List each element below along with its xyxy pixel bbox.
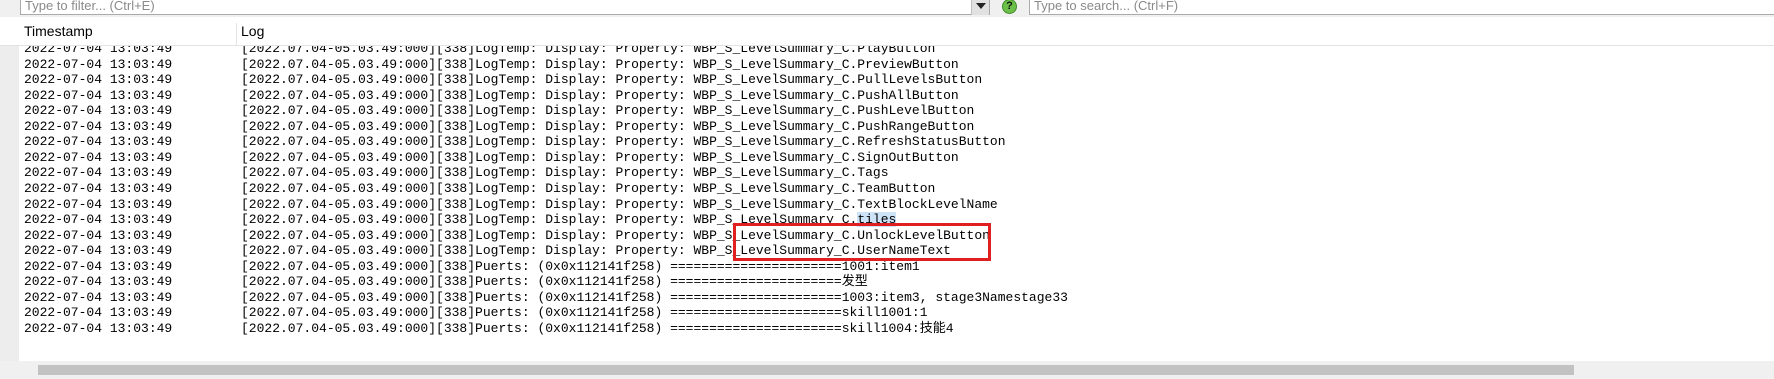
log-message-text: [2022.07.04-05.03.49:000][338]LogTemp: D… — [241, 149, 959, 165]
log-message-text: [2022.07.04-05.03.49:000][338]Puerts: (0… — [241, 320, 954, 336]
log-message-cell: [2022.07.04-05.03.49:000][338]Puerts: (0… — [241, 320, 954, 338]
annotation-callout-box — [733, 223, 991, 261]
log-message-text: [2022.07.04-05.03.49:000][338]LogTemp: D… — [241, 56, 959, 72]
search-input[interactable]: Type to search... (Ctrl+F) — [1029, 0, 1774, 15]
log-message-text: [2022.07.04-05.03.49:000][338]LogTemp: D… — [241, 103, 975, 119]
log-message-text: [2022.07.04-05.03.49:000][338]LogTemp: D… — [241, 180, 936, 196]
column-divider[interactable] — [236, 23, 237, 45]
log-rows: 2022-07-04 13:03:49 [2022.07.04-05.03.49:… — [0, 46, 1774, 361]
log-message-text: [2022.07.04-05.03.49:000][338]LogTemp: D… — [241, 87, 959, 103]
log-message-text: [2022.07.04-05.03.49:000][338]Puerts: (0… — [241, 289, 1068, 305]
column-header-row: Timestamp Log — [0, 23, 1774, 46]
chevron-down-icon[interactable] — [971, 0, 989, 15]
scrollbar-thumb[interactable] — [38, 365, 1574, 375]
column-header-timestamp[interactable]: Timestamp — [24, 23, 93, 46]
log-message-text: [2022.07.04-05.03.49:000][338]LogTemp: D… — [241, 72, 983, 88]
log-row[interactable]: 2022-07-04 13:03:49 [2022.07.04-05.03.49:… — [0, 320, 1774, 338]
column-header-log[interactable]: Log — [241, 23, 264, 46]
log-message-text: [2022.07.04-05.03.49:000][338]LogTemp: D… — [241, 196, 998, 212]
log-message-text: [2022.07.04-05.03.49:000][338]LogTemp: D… — [241, 46, 936, 56]
log-message-text: [2022.07.04-05.03.49:000][338]LogTemp: D… — [241, 165, 889, 181]
horizontal-scrollbar[interactable] — [0, 361, 1774, 379]
log-message-text: [2022.07.04-05.03.49:000][338]Puerts: (0… — [241, 274, 868, 290]
help-icon[interactable]: ? — [1002, 0, 1017, 14]
timestamp-cell: 2022-07-04 13:03:49 — [24, 320, 173, 336]
log-message-text: [2022.07.04-05.03.49:000][338]LogTemp: D… — [241, 118, 975, 134]
log-message-text: [2022.07.04-05.03.49:000][338]Puerts: (0… — [241, 305, 928, 321]
filter-input[interactable]: Type to filter... (Ctrl+E) — [20, 0, 990, 15]
filter-toolbar: Type to filter... (Ctrl+E) ? Type to sea… — [0, 0, 1774, 17]
log-message-text: [2022.07.04-05.03.49:000][338]LogTemp: D… — [241, 134, 1006, 150]
